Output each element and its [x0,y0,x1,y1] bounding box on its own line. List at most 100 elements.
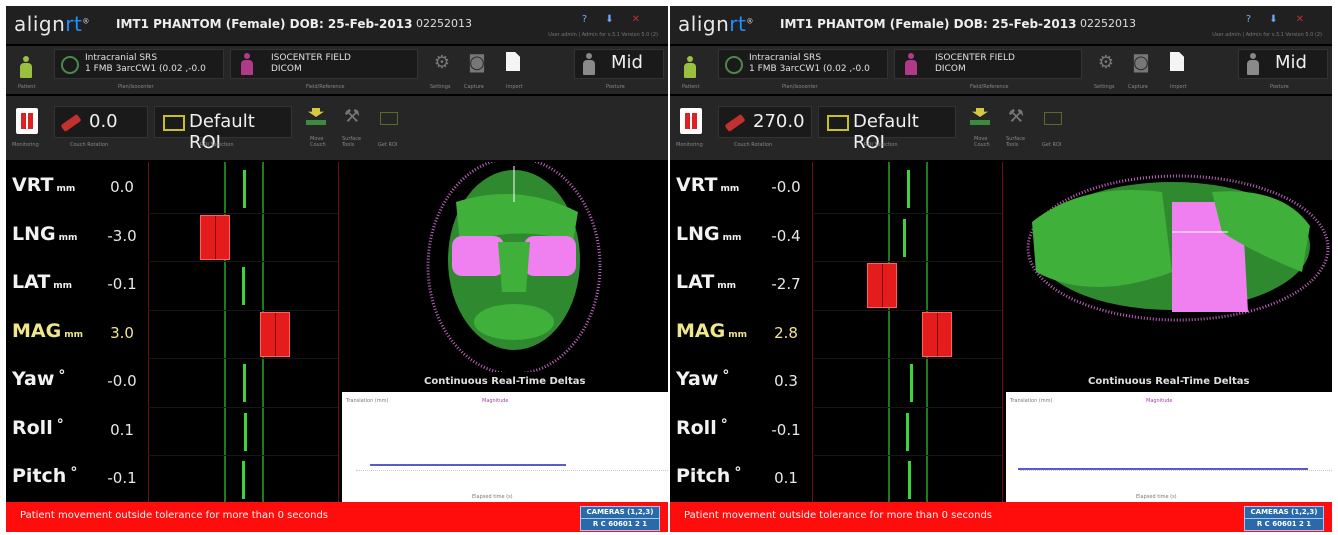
status-message: Patient movement outside tolerance for m… [20,510,329,521]
move-couch-label: Move Couch [310,136,326,148]
delta-unit: ° [70,465,78,481]
capture-button[interactable]: ◙ [1128,52,1154,74]
delta-name: Pitch [676,465,731,487]
surface-tools-button[interactable]: ⚒ [340,106,364,128]
field-selector[interactable]: ISOCENTER FIELD DICOM [230,49,418,79]
delta-unit: mm [728,329,747,340]
import-button[interactable] [506,52,520,71]
wrench-icon: ⚒ [343,106,361,127]
capture-button[interactable]: ◙ [464,52,490,74]
get-roi-label: Get ROI [1042,142,1062,148]
minimize-icon[interactable]: ⬇ [605,14,631,25]
help-icon[interactable]: ? [582,14,605,25]
field-name: ISOCENTER FIELD [271,53,351,63]
roi-icon [827,115,849,131]
import-button[interactable] [1170,52,1184,71]
delta-label-lat: LAT mm [12,271,72,293]
settings-button[interactable]: ⚙ [1094,52,1118,74]
delta-value-yaw: -0.0 [107,372,137,390]
posture-selector[interactable]: Mid [574,49,664,79]
delta-unit: mm [64,329,83,340]
window-controls[interactable]: ?⬇✕ [1246,14,1322,25]
delta-unit: ° [58,368,66,384]
delta-value-yaw: 0.3 [774,372,798,390]
import-label: Import [1170,84,1187,90]
settings-button[interactable]: ⚙ [430,52,454,74]
plot-y-label: Translation (mm) [1010,398,1053,404]
magnitude-trace [370,464,566,466]
plan-selector[interactable]: Intracranial SRS 1 FMB 3arcCW1 (0.02 ,-0… [718,49,888,79]
reference-icon [905,53,917,75]
realtime-delta-plot: Translation (mm) Magnitude Elapsed time … [1006,392,1332,502]
posture-sub-label: Posture [606,84,625,90]
pause-monitoring-button[interactable] [16,108,38,134]
delta-unit: mm [53,281,73,291]
plan-selector[interactable]: Intracranial SRS 1 FMB 3arcCW1 (0.02 ,-0… [54,49,224,79]
delta-name: Roll [12,416,53,439]
capture-label: Capture [1128,84,1148,90]
alignrt-logo: alignrt® [678,12,754,36]
delta-name: Pitch [12,465,67,487]
couch-icon [724,113,746,133]
delta-label-pitch: Pitch ° [12,465,77,487]
couch-rotation-value: 270.0 [753,111,805,132]
surface-3d-view[interactable] [348,162,668,372]
delta-bar-lat [867,263,897,308]
minimize-icon[interactable]: ⬇ [1269,14,1295,25]
close-icon[interactable]: ✕ [632,14,658,25]
pause-monitoring-button[interactable] [680,108,702,134]
capture-label: Capture [464,84,484,90]
monitoring-label: Monitoring [12,142,39,148]
window-controls[interactable]: ?⬇✕ [582,14,658,25]
patient-button[interactable] [684,56,696,78]
roi-selector[interactable]: Default ROI [154,106,292,153]
isocenter-icon [61,56,79,74]
help-icon[interactable]: ? [1246,14,1269,25]
delta-label-lat: LAT mm [676,271,736,293]
plan-sub-label: Plan/Isocenter [782,84,818,90]
delta-label-roll: Roll ° [676,417,728,439]
delta-indicator-pitch [242,461,245,499]
move-arrow-icon [972,108,988,117]
close-icon[interactable]: ✕ [1296,14,1322,25]
plot-x-label: Elapsed time (s) [1136,494,1177,500]
delta-value-pitch: 0.1 [774,469,798,487]
get-roi-button[interactable] [380,112,398,125]
couch-rotation-box[interactable]: 270.0 [718,106,812,138]
delta-label-vrt: VRT mm [676,174,739,196]
delta-indicator-pitch [908,461,911,499]
delta-value-lat: -0.1 [107,275,137,293]
move-couch-button[interactable] [970,108,990,128]
roi-icon [163,115,185,131]
delta-name: VRT [12,174,54,196]
couch-rotation-box[interactable]: 0.0 [54,106,148,138]
surface-tools-label: Surface Tools [1006,136,1026,148]
roi-selector[interactable]: Default ROI [818,106,956,153]
posture-sub-label: Posture [1270,84,1289,90]
status-message: Patient movement outside tolerance for m… [684,510,993,521]
couch-rotation-value: 0.0 [89,111,118,132]
delta-indicator-lng [903,218,906,257]
delta-value-roll: 0.1 [110,420,134,439]
title-bar: alignrt® IMT1 PHANTOM (Female) DOB: 25-F… [670,6,1332,44]
patient-label: Patient [682,84,700,90]
surface-3d-view[interactable] [1012,162,1332,372]
delta-name: MAG [676,319,726,342]
monitoring-label: Monitoring [676,142,703,148]
surface-tools-button[interactable]: ⚒ [1004,106,1028,128]
get-roi-button[interactable] [1044,112,1062,125]
move-couch-button[interactable] [306,108,326,128]
posture-selector[interactable]: Mid [1238,49,1328,79]
roi-sub-label: ROI Selection [864,142,898,148]
plot-legend: Magnitude [482,398,509,404]
delta-indicator-yaw [910,364,913,402]
field-selector[interactable]: ISOCENTER FIELD DICOM [894,49,1082,79]
delta-unit: ° [56,416,64,433]
view-title: Continuous Real-Time Deltas [1088,376,1250,387]
patient-button[interactable] [20,56,32,78]
field-name: ISOCENTER FIELD [935,53,1015,63]
patient-info: IMT1 PHANTOM (Female) DOB: 25-Feb-2013 [780,17,1077,31]
delta-name: VRT [676,174,718,196]
delta-name: LNG [676,222,720,245]
plan-toolbar: Patient Intracranial SRS 1 FMB 3arcCW1 (… [6,46,668,94]
